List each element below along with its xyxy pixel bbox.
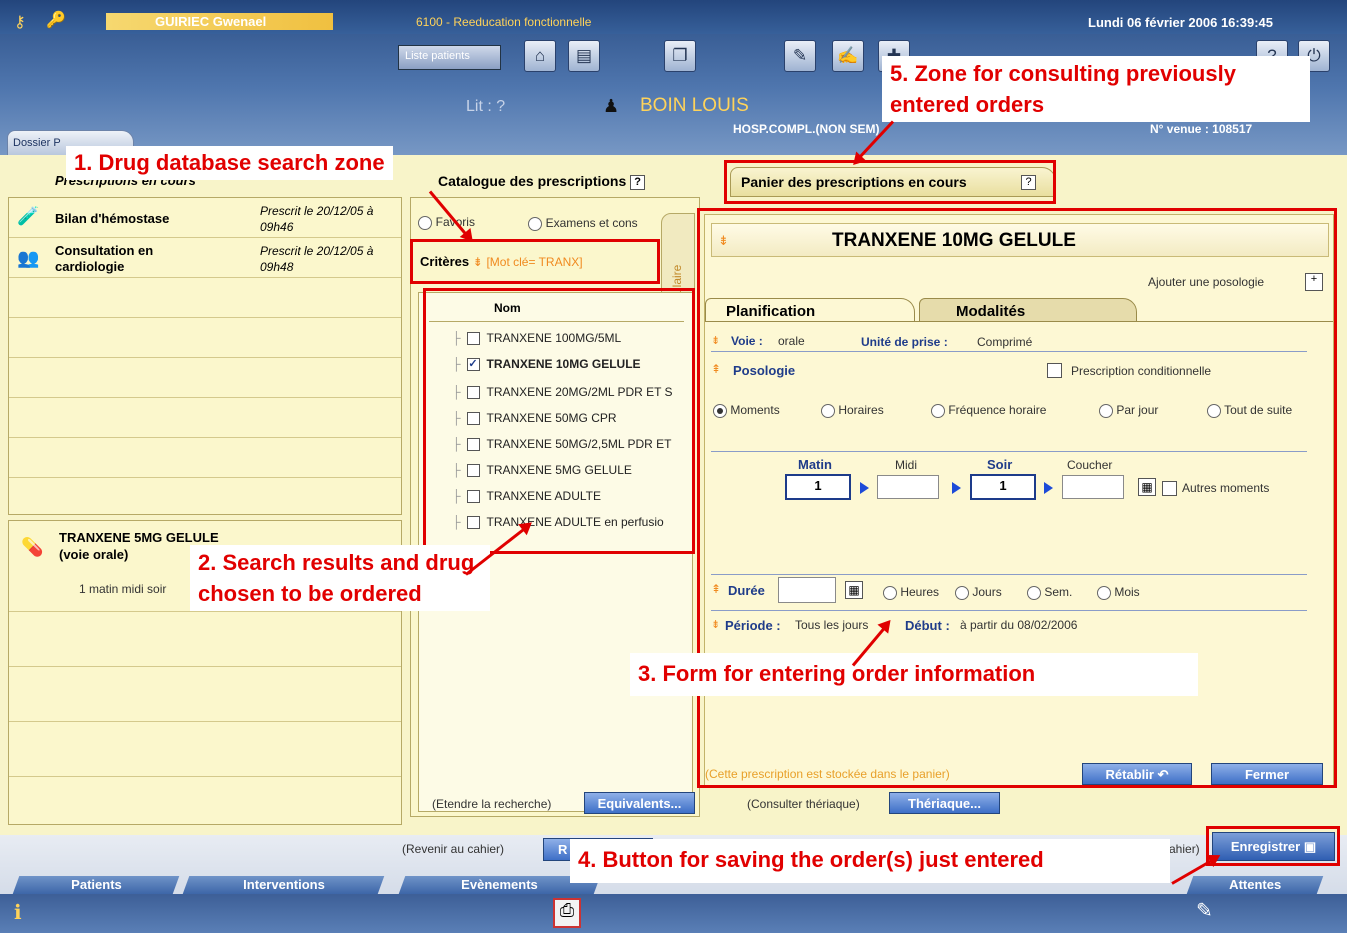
venue-number: N° venue : 108517	[1150, 122, 1253, 136]
annotation-1: 1. Drug database search zone	[66, 146, 393, 180]
help-icon[interactable]: ?	[630, 174, 646, 190]
annotation-box-search	[410, 239, 660, 284]
annotation-3: 3. Form for entering order information	[630, 653, 1198, 696]
pill-icon: 💊	[21, 537, 44, 557]
divider	[9, 611, 401, 612]
key-red-icon[interactable]: 🔑	[46, 10, 66, 30]
annotation-box-results	[423, 288, 695, 554]
annotation-box-basket	[724, 160, 1056, 204]
tab-catalog-label: Catalogue des prescriptions	[438, 173, 627, 189]
edit-icon[interactable]: ✍	[832, 40, 864, 72]
tab-interventions[interactable]: Interventions	[182, 876, 385, 894]
divider	[9, 666, 401, 667]
tab-patients-label: Patients	[70, 877, 122, 892]
book-icon[interactable]: ▤	[568, 40, 600, 72]
annotation-4: 4. Button for saving the order(s) just e…	[570, 839, 1170, 883]
printer-icon[interactable]: ⎙	[553, 898, 581, 928]
list-item	[9, 398, 401, 438]
selected-drug-route: (voie orale)	[59, 547, 129, 562]
prescription-name-line2: cardiologie	[55, 259, 125, 274]
tab-evenements-label: Evènements	[461, 877, 538, 892]
bed-label: Lit : ?	[466, 98, 506, 115]
user-name: GUIRIEC Gwenael	[155, 14, 267, 29]
copy-icon[interactable]: ❐	[664, 40, 696, 72]
divider	[9, 776, 401, 777]
prescription-name: Bilan d'hémostase	[55, 211, 170, 226]
radio-icon	[418, 215, 432, 230]
list-item	[9, 318, 401, 358]
back-label: (Revenir au cahier)	[402, 842, 505, 856]
radio-favoris[interactable]: Favoris	[418, 214, 475, 230]
patient-name: BOIN LOUIS	[640, 95, 749, 116]
selected-drug-name: TRANXENE 5MG GELULE	[59, 530, 219, 545]
stay-type: HOSP.COMPL.(NON SEM)	[733, 122, 880, 136]
tab-catalog[interactable]: Catalogue des prescriptions ?	[438, 173, 646, 190]
list-item[interactable]: 👥 Consultation en cardiologie Prescrit l…	[9, 238, 401, 278]
unit-label: 6100 - Reeducation fonctionnelle	[416, 15, 592, 29]
divider	[9, 721, 401, 722]
annotation-5: 5. Zone for consulting previously entere…	[882, 56, 1310, 122]
radio-examens-label: Examens et cons	[545, 216, 638, 230]
prescription-date: Prescrit le 20/12/05 à	[260, 244, 374, 258]
tab-patients[interactable]: Patients	[12, 876, 180, 894]
key-icon[interactable]: ⚷	[14, 12, 26, 32]
equivalents-button[interactable]: Equivalents...	[584, 792, 695, 814]
annotation-box-form	[697, 208, 1337, 788]
radio-icon	[528, 216, 542, 231]
prescription-date: Prescrit le 20/12/05 à	[260, 204, 374, 218]
people-icon: 👥	[17, 248, 40, 268]
annotation-2: 2. Search results and drug chosen to be …	[190, 545, 490, 611]
person-icon: ♟	[603, 96, 620, 116]
prescription-time: 09h46	[260, 220, 294, 234]
current-prescriptions-list: 🧪 Bilan d'hémostase Prescrit le 20/12/05…	[8, 197, 402, 515]
bottom-toolbar: ℹ ⎙ ✎	[0, 894, 1347, 933]
tab-attentes-label: Attentes	[1229, 877, 1282, 892]
annotation-box-save	[1206, 826, 1340, 866]
radio-examens[interactable]: Examens et cons	[528, 215, 638, 231]
list-item[interactable]: 🧪 Bilan d'hémostase Prescrit le 20/12/05…	[9, 198, 401, 238]
home-icon[interactable]: ⌂	[524, 40, 556, 72]
list-item	[9, 358, 401, 398]
prescription-name: Consultation en	[55, 243, 154, 258]
tool-icon[interactable]: ✎	[784, 40, 816, 72]
lab-tube-icon: 🧪	[17, 206, 40, 226]
patients-list-button[interactable]: Liste patients	[398, 45, 501, 70]
pen-icon[interactable]: ✎	[1196, 898, 1213, 923]
theriaque-button[interactable]: Thériaque...	[889, 792, 1000, 814]
tab-attentes[interactable]: Attentes	[1186, 876, 1324, 894]
list-item	[9, 278, 401, 318]
list-item	[9, 438, 401, 478]
datetime: Lundi 06 février 2006 16:39:45	[1088, 15, 1273, 30]
extend-search-label: (Etendre la recherche)	[432, 797, 552, 811]
prescription-time: 09h48	[260, 260, 294, 274]
tab-interventions-label: Interventions	[242, 877, 325, 892]
selected-drug-detail: 1 matin midi soir	[79, 582, 167, 596]
theriaque-label: (Consulter thériaque)	[747, 797, 860, 811]
info-icon[interactable]: ℹ	[14, 900, 22, 925]
